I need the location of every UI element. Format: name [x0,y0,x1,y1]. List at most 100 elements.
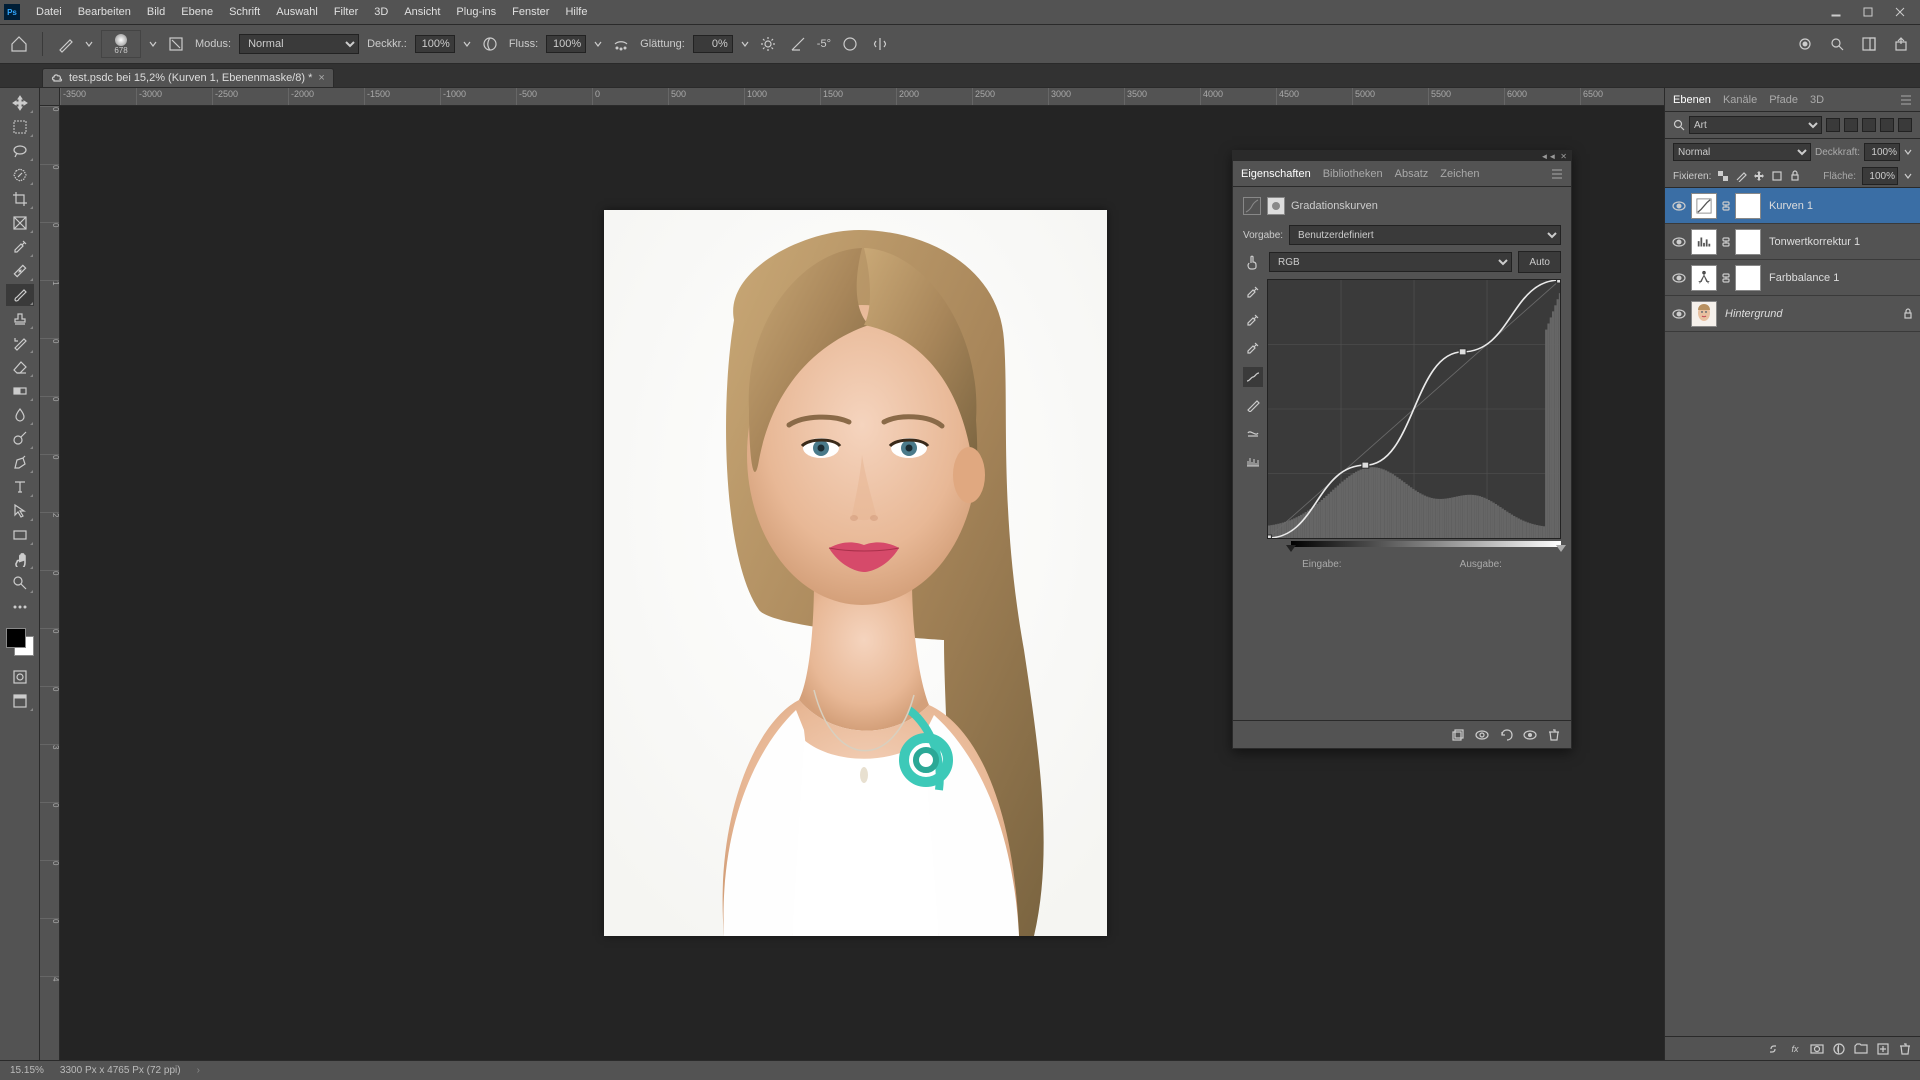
airbrush-icon[interactable] [610,33,632,55]
lock-all-icon[interactable] [1789,170,1801,182]
adjustment-icon[interactable] [1691,193,1717,219]
menu-plugins[interactable]: Plug-ins [448,0,504,24]
delete-adjustment-icon[interactable] [1547,728,1561,742]
chevron-down-icon[interactable] [1904,148,1912,156]
pressure-opacity-icon[interactable] [479,33,501,55]
ruler-origin[interactable] [40,88,60,106]
crop-tool[interactable] [6,188,34,210]
smooth-curve-tool[interactable] [1243,423,1263,443]
view-previous-icon[interactable] [1475,728,1489,742]
adjustment-icon[interactable] [1691,265,1717,291]
mask-thumbnail-icon[interactable] [1267,197,1285,215]
frame-tool[interactable] [6,212,34,234]
link-layers-icon[interactable] [1766,1042,1780,1056]
tab-3d[interactable]: 3D [1810,94,1824,106]
white-point-handle[interactable] [1556,545,1566,552]
point-curve-tool[interactable] [1243,367,1263,387]
pencil-curve-tool[interactable] [1243,395,1263,415]
menu-hilfe[interactable]: Hilfe [557,0,595,24]
visibility-toggle[interactable] [1671,306,1687,322]
filter-smart-icon[interactable] [1898,118,1912,132]
document-tab[interactable]: test.psdc bei 15,2% (Kurven 1, Ebenenmas… [42,68,334,87]
reset-icon[interactable] [1499,728,1513,742]
blend-mode-select[interactable]: Normal [239,34,359,54]
document-canvas[interactable] [604,210,1107,936]
quick-selection-tool[interactable] [6,164,34,186]
foreground-color[interactable] [6,628,26,648]
eyedropper-tool[interactable] [6,236,34,258]
chevron-down-icon[interactable] [1904,172,1912,180]
menu-fenster[interactable]: Fenster [504,0,557,24]
color-swatch[interactable] [6,628,34,656]
brush-preset[interactable]: 678 [101,30,141,58]
smoothing-input[interactable] [693,35,733,53]
opacity-input[interactable] [415,35,455,53]
menu-auswahl[interactable]: Auswahl [268,0,326,24]
document-dimensions[interactable]: 3300 Px x 4765 Px (72 ppi) [60,1065,181,1076]
tab-kanaele[interactable]: Kanäle [1723,94,1757,106]
chevron-down-icon[interactable] [149,40,157,48]
preset-select[interactable]: Benutzerdefiniert [1289,225,1561,245]
clip-histogram-tool[interactable] [1243,451,1263,471]
chevron-down-icon[interactable] [741,40,749,48]
move-tool[interactable] [6,92,34,114]
blur-tool[interactable] [6,404,34,426]
eraser-tool[interactable] [6,356,34,378]
search-icon[interactable] [1673,119,1685,131]
visibility-toggle[interactable] [1671,234,1687,250]
black-white-slider[interactable] [1291,541,1561,553]
curves-graph[interactable] [1267,279,1561,539]
mask-thumbnail[interactable] [1735,229,1761,255]
hand-tool[interactable] [6,548,34,570]
symmetry-icon[interactable] [869,33,891,55]
status-chevron[interactable]: › [197,1065,200,1076]
zoom-level[interactable]: 15.15% [10,1065,44,1076]
panel-menu-icon[interactable] [1551,168,1563,180]
tab-pfade[interactable]: Pfade [1769,94,1798,106]
panel-drag-handle[interactable]: ◄◄ ✕ [1233,151,1571,161]
layer-name[interactable]: Tonwertkorrektur 1 [1765,236,1914,248]
finger-icon[interactable] [1243,252,1263,272]
layer-row[interactable]: Farbbalance 1 [1665,260,1920,296]
screenmode-tool[interactable] [6,690,34,712]
filter-type-icon[interactable] [1862,118,1876,132]
layer-row[interactable]: Tonwertkorrektur 1 [1665,224,1920,260]
tab-eigenschaften[interactable]: Eigenschaften [1241,168,1311,180]
adjustment-icon[interactable] [1691,229,1717,255]
panel-menu-icon[interactable] [1900,94,1912,106]
menu-ebene[interactable]: Ebene [173,0,221,24]
filter-pixel-icon[interactable] [1826,118,1840,132]
pressure-size-icon[interactable] [839,33,861,55]
cloud-icon[interactable] [1794,33,1816,55]
chevron-down-icon[interactable] [594,40,602,48]
share-icon[interactable] [1890,33,1912,55]
type-tool[interactable] [6,476,34,498]
filter-adjust-icon[interactable] [1844,118,1858,132]
menu-filter[interactable]: Filter [326,0,366,24]
clip-to-layer-icon[interactable] [1451,728,1465,742]
lock-artboard-icon[interactable] [1771,170,1783,182]
close-button[interactable] [1884,1,1916,23]
stamp-tool[interactable] [6,308,34,330]
workspace-icon[interactable] [1858,33,1880,55]
filter-type-select[interactable]: Art [1689,116,1822,134]
menu-ansicht[interactable]: Ansicht [396,0,448,24]
menu-bearbeiten[interactable]: Bearbeiten [70,0,139,24]
flow-input[interactable] [546,35,586,53]
chevron-down-icon[interactable] [463,40,471,48]
brush-panel-icon[interactable] [165,33,187,55]
white-point-tool[interactable] [1243,311,1263,331]
lock-position-icon[interactable] [1753,170,1765,182]
menu-datei[interactable]: Datei [28,0,70,24]
menu-bild[interactable]: Bild [139,0,173,24]
delete-layer-icon[interactable] [1898,1042,1912,1056]
ruler-vertical[interactable]: 0001000200030004 [40,106,60,1060]
healing-tool[interactable] [6,260,34,282]
search-icon[interactable] [1826,33,1848,55]
more-tools[interactable] [6,596,34,618]
quickmask-tool[interactable] [6,666,34,688]
link-mask-icon[interactable] [1721,235,1731,249]
ruler-horizontal[interactable]: -3500-3000-2500-2000-1500-1000-500050010… [60,88,1664,106]
layer-name[interactable]: Hintergrund [1721,308,1898,320]
lasso-tool[interactable] [6,140,34,162]
